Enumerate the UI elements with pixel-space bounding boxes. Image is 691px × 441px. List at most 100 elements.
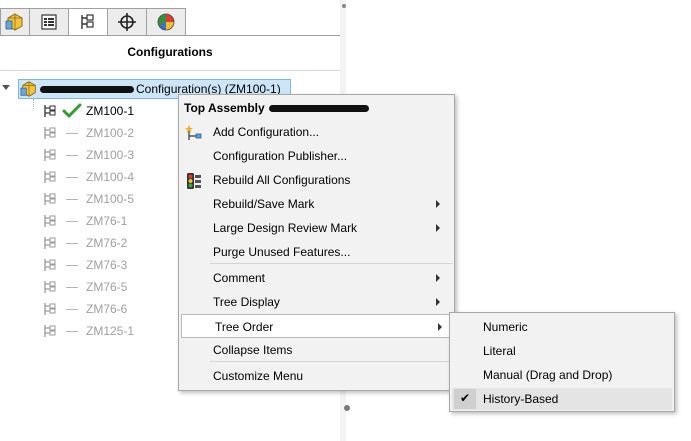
tree-item-configuration[interactable]: ZM100-5	[42, 188, 134, 210]
tree-item-label: ZM100-2	[86, 126, 135, 140]
submenu-item-label: Manual (Drag and Drop)	[483, 368, 613, 382]
display-manager-icon	[157, 13, 175, 31]
configuration-icon	[42, 279, 58, 295]
context-menu: Top Assembly Add Configuration... Configu…	[178, 94, 455, 391]
submenu-item-label: Numeric	[483, 320, 528, 334]
configuration-icon	[42, 103, 58, 119]
configuration-icon	[42, 213, 58, 229]
tree-order-submenu: Numeric Literal Manual (Drag and Drop) ✔ His…	[449, 312, 675, 412]
inactive-dash-icon	[62, 324, 82, 338]
feature-manager-icon	[5, 13, 23, 31]
menu-item-purge-unused-features[interactable]: Purge Unused Features...	[180, 240, 453, 264]
menu-item-tree-display[interactable]: Tree Display	[180, 290, 453, 314]
submenu-arrow-icon	[436, 224, 440, 232]
tree-item-label: ZM76-6	[86, 302, 128, 316]
menu-item-label: Rebuild All Configurations	[213, 173, 351, 187]
inactive-dash-icon	[62, 280, 82, 294]
tree-item-configuration[interactable]: ZM100-1	[42, 100, 134, 122]
tree-item-label: ZM125-1	[86, 324, 135, 338]
property-manager-icon	[41, 14, 57, 30]
tab-display-manager[interactable]	[147, 8, 186, 36]
menu-item-rebuild-all-configurations[interactable]: Rebuild All Configurations	[180, 168, 453, 192]
menu-item-customize-menu[interactable]: Customize Menu	[180, 364, 453, 388]
tab-configuration-manager[interactable]	[69, 8, 108, 36]
tree-item-configuration[interactable]: ZM100-4	[42, 166, 134, 188]
menu-item-configuration-publisher[interactable]: Configuration Publisher...	[180, 144, 453, 168]
menu-item-tree-order[interactable]: Tree Order	[181, 314, 452, 338]
menu-item-label: Purge Unused Features...	[213, 245, 351, 259]
tree-item-label: ZM100-4	[86, 170, 135, 184]
menu-item-label: Collapse Items	[213, 343, 293, 357]
add-configuration-icon	[185, 124, 203, 142]
configuration-icon	[42, 125, 58, 141]
panel-title: Configurations	[127, 45, 213, 59]
menu-item-label: Add Configuration...	[213, 125, 320, 139]
inactive-dash-icon	[62, 236, 82, 250]
context-menu-header: Top Assembly	[184, 101, 371, 115]
tree-item-configuration[interactable]: ZM100-3	[42, 144, 134, 166]
tree-item-label: ZM100-5	[86, 192, 135, 206]
submenu-item-numeric[interactable]: Numeric	[452, 316, 672, 338]
configuration-icon	[42, 235, 58, 251]
configuration-icon	[42, 301, 58, 317]
submenu-item-label: Literal	[483, 344, 516, 358]
tree-item-configuration[interactable]: ZM76-2	[42, 232, 127, 254]
tree-item-label: ZM76-5	[86, 280, 128, 294]
inactive-dash-icon	[62, 148, 82, 162]
tree-item-label: ZM76-1	[86, 214, 128, 228]
submenu-item-literal[interactable]: Literal	[452, 340, 672, 362]
configuration-icon	[42, 191, 58, 207]
tree-item-configuration[interactable]: ZM76-5	[42, 276, 127, 298]
assembly-icon	[20, 81, 36, 97]
menu-item-label: Customize Menu	[213, 369, 304, 383]
submenu-arrow-icon	[436, 298, 440, 306]
tree-item-label: ZM76-3	[86, 258, 128, 272]
menu-item-large-design-review-mark[interactable]: Large Design Review Mark	[180, 216, 453, 240]
inactive-dash-icon	[62, 170, 82, 184]
menu-item-comment[interactable]: Comment	[180, 266, 453, 290]
menu-item-add-configuration[interactable]: Add Configuration...	[180, 120, 453, 144]
inactive-dash-icon	[62, 214, 82, 228]
configuration-icon	[42, 257, 58, 273]
submenu-item-label: History-Based	[483, 392, 559, 406]
tab-dimxpert-manager[interactable]	[108, 8, 147, 36]
collapse-arrow-icon[interactable]	[2, 85, 10, 90]
tree-item-configuration[interactable]: ZM76-1	[42, 210, 127, 232]
menu-item-label: Large Design Review Mark	[213, 221, 358, 235]
menu-item-label: Rebuild/Save Mark	[213, 197, 315, 211]
manager-tab-bar	[0, 8, 186, 36]
submenu-item-history-based[interactable]: ✔ History-Based	[452, 388, 672, 410]
inactive-dash-icon	[62, 302, 82, 316]
tab-bar-divider	[0, 35, 340, 36]
inactive-dash-icon	[62, 192, 82, 206]
menu-item-label: Comment	[213, 271, 266, 285]
context-menu-header-label: Top Assembly	[184, 101, 265, 115]
tree-connector-line	[33, 99, 34, 109]
inactive-dash-icon	[62, 126, 82, 140]
tab-property-manager[interactable]	[30, 8, 69, 36]
submenu-item-manual-drag-and-drop[interactable]: Manual (Drag and Drop)	[452, 364, 672, 386]
inactive-dash-icon	[62, 258, 82, 272]
redacted-assembly-name	[268, 104, 369, 112]
scrollbar-grip-top[interactable]	[342, 4, 346, 8]
dimxpert-manager-icon	[118, 13, 136, 31]
active-checkmark-icon	[62, 103, 82, 118]
rebuild-traffic-light-icon	[185, 172, 203, 190]
configuration-icon	[42, 147, 58, 163]
configuration-manager-icon	[81, 14, 94, 29]
scrollbar-grip-bottom[interactable]	[344, 405, 350, 411]
checkmark-icon: ✔	[460, 391, 471, 405]
tree-item-label: ZM100-1	[86, 104, 135, 118]
menu-item-label: Tree Order	[215, 320, 274, 334]
tab-feature-manager[interactable]	[0, 8, 30, 36]
configuration-icon	[42, 169, 58, 185]
tree-item-configuration[interactable]: ZM100-2	[42, 122, 134, 144]
tree-item-configuration[interactable]: ZM76-6	[42, 298, 127, 320]
submenu-arrow-icon	[436, 274, 440, 282]
tree-item-configuration[interactable]: ZM76-3	[42, 254, 127, 276]
title-divider	[0, 70, 340, 71]
configuration-icon	[42, 323, 58, 339]
tree-item-configuration[interactable]: ZM125-1	[42, 320, 134, 342]
menu-item-rebuild-save-mark[interactable]: Rebuild/Save Mark	[180, 192, 453, 216]
menu-item-collapse-items[interactable]: Collapse Items	[180, 338, 453, 362]
